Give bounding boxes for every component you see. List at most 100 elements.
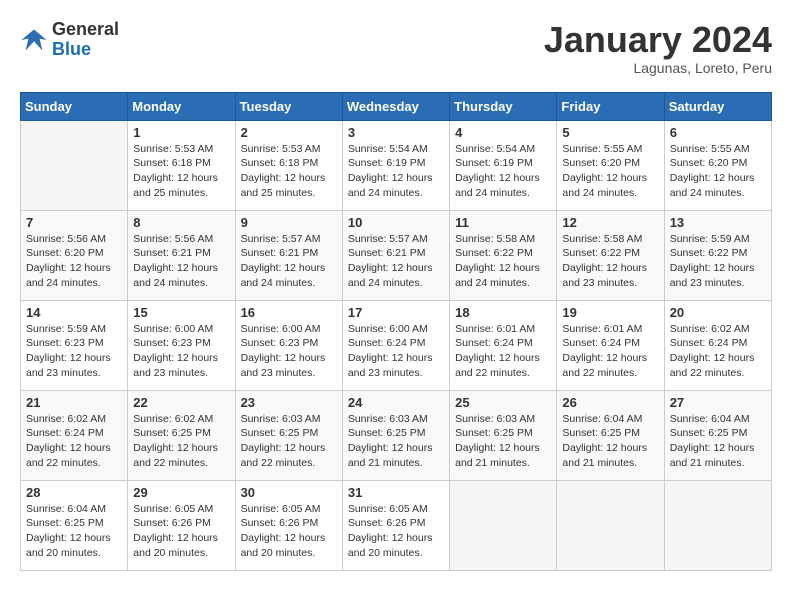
day-info: Sunrise: 6:00 AM Sunset: 6:23 PM Dayligh… [241,322,337,381]
day-info: Sunrise: 6:04 AM Sunset: 6:25 PM Dayligh… [562,412,658,471]
day-info: Sunrise: 5:53 AM Sunset: 6:18 PM Dayligh… [241,142,337,201]
day-info: Sunrise: 5:58 AM Sunset: 6:22 PM Dayligh… [562,232,658,291]
day-info: Sunrise: 6:03 AM Sunset: 6:25 PM Dayligh… [455,412,551,471]
day-number: 5 [562,125,658,140]
calendar-cell: 19 Sunrise: 6:01 AM Sunset: 6:24 PM Dayli… [557,300,664,390]
calendar-cell: 21 Sunrise: 6:02 AM Sunset: 6:24 PM Dayli… [21,390,128,480]
day-number: 7 [26,215,122,230]
day-number: 29 [133,485,229,500]
calendar-week-row: 7 Sunrise: 5:56 AM Sunset: 6:20 PM Daylig… [21,210,772,300]
day-info: Sunrise: 6:04 AM Sunset: 6:25 PM Dayligh… [26,502,122,561]
day-number: 30 [241,485,337,500]
weekday-header-wednesday: Wednesday [342,92,449,120]
day-info: Sunrise: 6:01 AM Sunset: 6:24 PM Dayligh… [455,322,551,381]
day-number: 26 [562,395,658,410]
calendar-cell: 22 Sunrise: 6:02 AM Sunset: 6:25 PM Dayli… [128,390,235,480]
calendar-cell: 18Sunrise: 6:01 AM Sunset: 6:24 PM Dayli… [450,300,557,390]
calendar-cell: 12Sunrise: 5:58 AM Sunset: 6:22 PM Dayli… [557,210,664,300]
calendar-week-row: 1 Sunrise: 5:53 AM Sunset: 6:18 PM Daylig… [21,120,772,210]
day-info: Sunrise: 6:04 AM Sunset: 6:25 PM Dayligh… [670,412,766,471]
calendar-cell: 27 Sunrise: 6:04 AM Sunset: 6:25 PM Dayli… [664,390,771,480]
calendar-cell [557,480,664,570]
page-header: General Blue January 2024 Lagunas, Loret… [20,20,772,76]
day-number: 4 [455,125,551,140]
logo-blue: Blue [52,40,119,60]
day-number: 31 [348,485,444,500]
day-number: 11 [455,215,551,230]
day-info: Sunrise: 5:56 AM Sunset: 6:20 PM Dayligh… [26,232,122,291]
weekday-header-friday: Friday [557,92,664,120]
day-number: 6 [670,125,766,140]
day-info: Sunrise: 6:03 AM Sunset: 6:25 PM Dayligh… [241,412,337,471]
day-number: 27 [670,395,766,410]
logo-bird-icon [20,26,48,54]
calendar-cell: 20Sunrise: 6:02 AM Sunset: 6:24 PM Dayli… [664,300,771,390]
calendar-cell [664,480,771,570]
calendar-cell: 11 Sunrise: 5:58 AM Sunset: 6:22 PM Dayli… [450,210,557,300]
day-number: 14 [26,305,122,320]
day-number: 22 [133,395,229,410]
day-info: Sunrise: 5:57 AM Sunset: 6:21 PM Dayligh… [348,232,444,291]
calendar-cell: 13Sunrise: 5:59 AM Sunset: 6:22 PM Dayli… [664,210,771,300]
weekday-header-sunday: Sunday [21,92,128,120]
calendar-cell: 4 Sunrise: 5:54 AM Sunset: 6:19 PM Daylig… [450,120,557,210]
day-number: 23 [241,395,337,410]
day-number: 13 [670,215,766,230]
day-number: 24 [348,395,444,410]
calendar-week-row: 14 Sunrise: 5:59 AM Sunset: 6:23 PM Dayli… [21,300,772,390]
day-number: 8 [133,215,229,230]
day-number: 20 [670,305,766,320]
day-info: Sunrise: 6:05 AM Sunset: 6:26 PM Dayligh… [241,502,337,561]
calendar-cell: 23 Sunrise: 6:03 AM Sunset: 6:25 PM Dayli… [235,390,342,480]
day-info: Sunrise: 6:00 AM Sunset: 6:24 PM Dayligh… [348,322,444,381]
day-info: Sunrise: 5:58 AM Sunset: 6:22 PM Dayligh… [455,232,551,291]
day-number: 19 [562,305,658,320]
calendar-cell: 16 Sunrise: 6:00 AM Sunset: 6:23 PM Dayli… [235,300,342,390]
calendar-cell: 1Sunrise: 5:53 AM Sunset: 6:18 PM Daylig… [128,120,235,210]
calendar-cell: 5 Sunrise: 5:55 AM Sunset: 6:20 PM Daylig… [557,120,664,210]
day-info: Sunrise: 5:56 AM Sunset: 6:21 PM Dayligh… [133,232,229,291]
calendar-cell: 14 Sunrise: 5:59 AM Sunset: 6:23 PM Dayli… [21,300,128,390]
day-info: Sunrise: 5:57 AM Sunset: 6:21 PM Dayligh… [241,232,337,291]
calendar-cell [21,120,128,210]
day-info: Sunrise: 6:00 AM Sunset: 6:23 PM Dayligh… [133,322,229,381]
calendar-cell: 24 Sunrise: 6:03 AM Sunset: 6:25 PM Dayli… [342,390,449,480]
calendar-cell: 9 Sunrise: 5:57 AM Sunset: 6:21 PM Daylig… [235,210,342,300]
day-info: Sunrise: 6:05 AM Sunset: 6:26 PM Dayligh… [348,502,444,561]
day-info: Sunrise: 6:05 AM Sunset: 6:26 PM Dayligh… [133,502,229,561]
day-info: Sunrise: 5:59 AM Sunset: 6:23 PM Dayligh… [26,322,122,381]
day-number: 10 [348,215,444,230]
calendar-cell [450,480,557,570]
weekday-header-row: SundayMondayTuesdayWednesdayThursdayFrid… [21,92,772,120]
day-number: 3 [348,125,444,140]
calendar-body: 1 Sunrise: 5:53 AM Sunset: 6:18 PM Daylig… [21,120,772,570]
day-info: Sunrise: 5:54 AM Sunset: 6:19 PM Dayligh… [455,142,551,201]
calendar-cell: 10 Sunrise: 5:57 AM Sunset: 6:21 PM Dayli… [342,210,449,300]
day-number: 21 [26,395,122,410]
day-info: Sunrise: 5:54 AM Sunset: 6:19 PM Dayligh… [348,142,444,201]
day-number: 16 [241,305,337,320]
weekday-header-monday: Monday [128,92,235,120]
day-info: Sunrise: 5:55 AM Sunset: 6:20 PM Dayligh… [562,142,658,201]
weekday-header-saturday: Saturday [664,92,771,120]
day-number: 15 [133,305,229,320]
calendar-cell: 25Sunrise: 6:03 AM Sunset: 6:25 PM Dayli… [450,390,557,480]
title-block: January 2024 Lagunas, Loreto, Peru [544,20,772,76]
day-number: 28 [26,485,122,500]
day-info: Sunrise: 6:03 AM Sunset: 6:25 PM Dayligh… [348,412,444,471]
calendar-week-row: 28 Sunrise: 6:04 AM Sunset: 6:25 PM Dayli… [21,480,772,570]
calendar-cell: 3 Sunrise: 5:54 AM Sunset: 6:19 PM Daylig… [342,120,449,210]
calendar-week-row: 21 Sunrise: 6:02 AM Sunset: 6:24 PM Dayli… [21,390,772,480]
logo-general: General [52,20,119,40]
day-number: 1 [133,125,229,140]
calendar-subtitle: Lagunas, Loreto, Peru [544,60,772,76]
day-info: Sunrise: 6:01 AM Sunset: 6:24 PM Dayligh… [562,322,658,381]
day-number: 9 [241,215,337,230]
day-number: 17 [348,305,444,320]
day-info: Sunrise: 6:02 AM Sunset: 6:25 PM Dayligh… [133,412,229,471]
calendar-cell: 15 Sunrise: 6:00 AM Sunset: 6:23 PM Dayli… [128,300,235,390]
calendar-table: SundayMondayTuesdayWednesdayThursdayFrid… [20,92,772,571]
day-info: Sunrise: 6:02 AM Sunset: 6:24 PM Dayligh… [26,412,122,471]
day-info: Sunrise: 5:55 AM Sunset: 6:20 PM Dayligh… [670,142,766,201]
weekday-header-thursday: Thursday [450,92,557,120]
